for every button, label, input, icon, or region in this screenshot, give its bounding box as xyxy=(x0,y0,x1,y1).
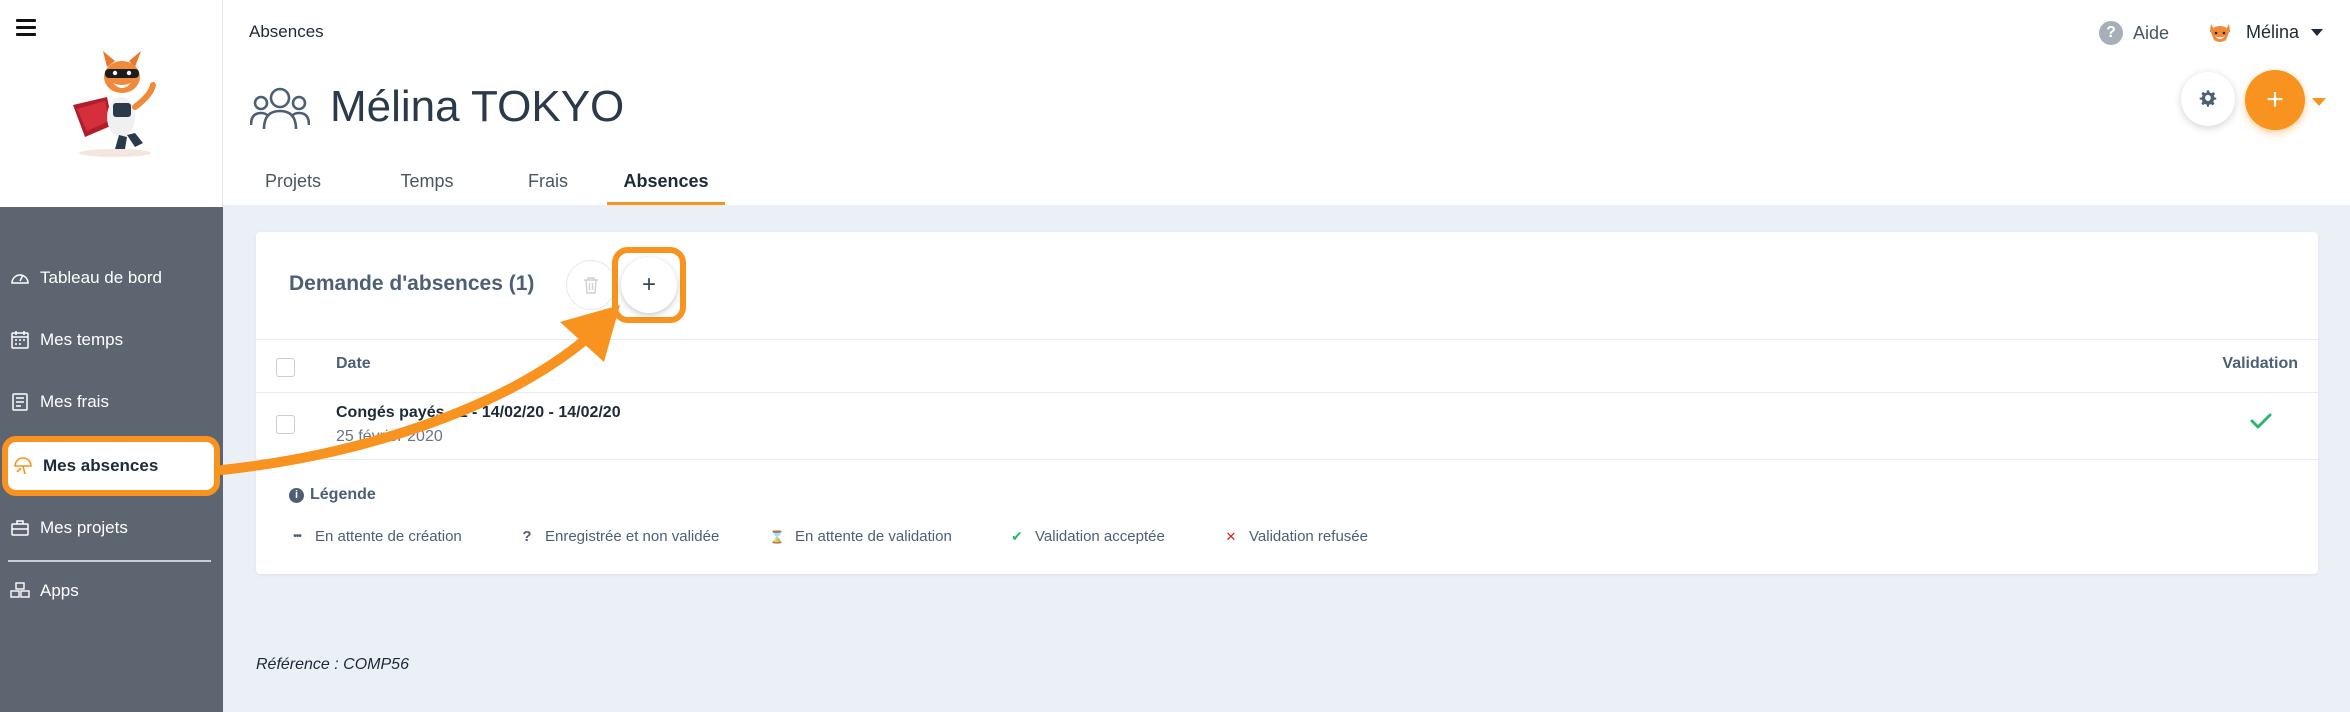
legend-item: ⌛ En attente de validation xyxy=(769,528,952,545)
legend-label: En attente de validation xyxy=(795,528,952,545)
legend-item: ✕ Validation refusée xyxy=(1223,528,1368,545)
cross-icon: ✕ xyxy=(1225,528,1237,544)
chevron-down-icon[interactable] xyxy=(2312,98,2326,106)
menu-icon[interactable] xyxy=(16,19,36,37)
legend-label: Validation acceptée xyxy=(1035,528,1165,545)
hourglass-icon: ⌛ xyxy=(769,529,785,544)
sidebar-item-absences[interactable]: Mes absences xyxy=(2,436,220,496)
sidebar-item-apps[interactable]: Apps xyxy=(0,571,223,611)
legend-label: Validation refusée xyxy=(1249,528,1368,545)
chevron-down-icon xyxy=(2311,28,2324,36)
user-menu[interactable]: Mélina xyxy=(2206,18,2324,46)
user-name: Mélina xyxy=(2246,21,2300,42)
help-link[interactable]: ? Aide xyxy=(2099,21,2169,45)
sidebar-header xyxy=(0,0,223,207)
row-checkbox[interactable] xyxy=(276,415,295,434)
users-icon xyxy=(250,87,310,130)
divider xyxy=(256,392,2318,393)
apps-icon xyxy=(9,580,31,602)
reference-value: COMP56 xyxy=(343,656,409,673)
dashboard-icon xyxy=(9,267,31,289)
legend-item: ? Enregistrée et non validée xyxy=(519,528,719,545)
tab-time[interactable]: Temps xyxy=(397,160,457,205)
sidebar-item-label: Mes temps xyxy=(40,330,124,349)
fox-mascot-logo xyxy=(73,51,156,157)
sidebar-divider xyxy=(8,560,211,562)
select-all-checkbox[interactable] xyxy=(276,358,295,377)
tab-absences[interactable]: Absences xyxy=(607,160,725,205)
legend-title-text: Légende xyxy=(310,486,376,503)
trash-icon xyxy=(584,277,598,294)
dots-icon: ••• xyxy=(293,531,302,542)
column-header-date: Date xyxy=(336,355,371,372)
add-absence-button[interactable]: + xyxy=(621,257,677,313)
tab-expenses[interactable]: Frais xyxy=(523,160,573,205)
sidebar: Tableau de bord Mes temps Mes frais Mes … xyxy=(0,0,223,712)
sidebar-item-label: Apps xyxy=(40,581,79,600)
help-label: Aide xyxy=(2133,22,2170,43)
umbrella-icon xyxy=(12,455,34,477)
plus-icon: + xyxy=(641,271,656,298)
reference-label: Référence : xyxy=(256,656,339,673)
sidebar-item-projects[interactable]: Mes projets xyxy=(0,508,223,548)
card-title: Demande d'absences (1) xyxy=(289,272,535,295)
sidebar-item-label: Mes projets xyxy=(40,518,128,537)
legend-title: i Légende xyxy=(289,486,376,504)
help-icon: ? xyxy=(2099,21,2123,45)
check-icon: ✔ xyxy=(1011,528,1023,544)
column-header-validation: Validation xyxy=(2222,355,2298,372)
calendar-icon xyxy=(9,329,31,351)
delete-button[interactable] xyxy=(566,260,616,310)
tab-projects[interactable]: Projets xyxy=(263,160,323,205)
legend-item: ••• En attente de création xyxy=(289,528,462,545)
info-icon: i xyxy=(289,487,304,503)
receipt-icon xyxy=(9,391,31,413)
settings-button[interactable] xyxy=(2181,72,2235,126)
question-icon: ? xyxy=(522,528,532,545)
gear-icon xyxy=(2199,90,2217,107)
check-icon xyxy=(2250,413,2272,429)
legend-item: ✔ Validation acceptée xyxy=(1009,528,1165,545)
absence-requests-card: Demande d'absences (1) + Date Validation… xyxy=(256,232,2318,574)
divider xyxy=(256,459,2318,460)
sidebar-item-label: Mes frais xyxy=(40,392,109,411)
divider xyxy=(256,339,2318,340)
legend-label: En attente de création xyxy=(315,528,462,545)
absence-title[interactable]: Congés payés - 1 - 14/02/20 - 14/02/20 xyxy=(336,404,621,422)
absence-date: 25 février 2020 xyxy=(336,428,443,445)
sidebar-item-expenses[interactable]: Mes frais xyxy=(0,382,223,422)
plus-icon: + xyxy=(2266,83,2284,116)
sidebar-item-time[interactable]: Mes temps xyxy=(0,320,223,360)
breadcrumb: Absences xyxy=(249,22,324,41)
page-title: Mélina TOKYO xyxy=(330,82,625,131)
briefcase-icon xyxy=(9,517,31,539)
legend-label: Enregistrée et non validée xyxy=(545,528,720,545)
sidebar-item-dashboard[interactable]: Tableau de bord xyxy=(0,258,223,298)
reference: Référence : COMP56 xyxy=(256,656,409,674)
sidebar-item-label: Tableau de bord xyxy=(40,268,162,287)
avatar xyxy=(2210,24,2230,42)
add-button[interactable]: + xyxy=(2245,70,2305,130)
sidebar-item-label: Mes absences xyxy=(43,456,159,475)
